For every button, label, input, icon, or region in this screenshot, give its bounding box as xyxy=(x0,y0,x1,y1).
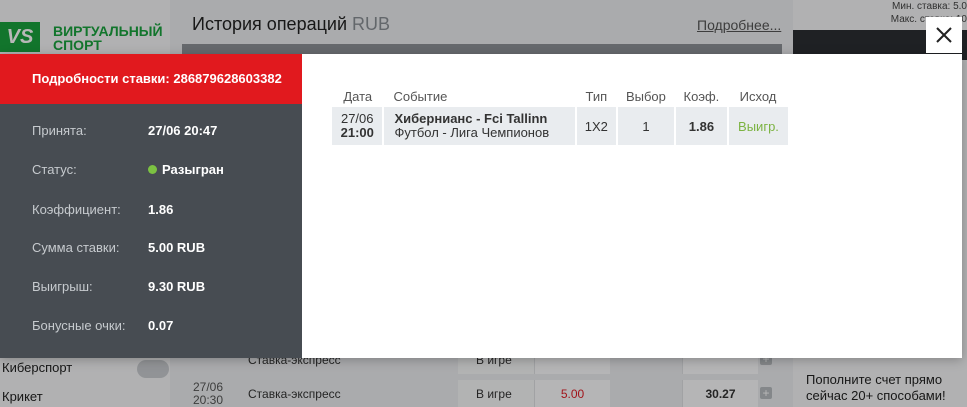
cell-date-day: 27/06 xyxy=(340,111,374,126)
detail-winnings: Выигрыш: 9.30 RUB xyxy=(0,277,302,297)
table-row: 27/06 21:00 Хибернианс - Fci Tallinn Фут… xyxy=(332,107,788,145)
detail-value: 5.00 RUB xyxy=(148,240,206,255)
cell-result: Выигр. xyxy=(726,107,788,145)
col-type: Тип xyxy=(585,88,608,104)
detail-coefficient: Коэффициент: 1.86 xyxy=(0,200,302,220)
detail-label: Бонусные очки: xyxy=(32,318,126,333)
detail-stake: Сумма ставки: 5.00 RUB xyxy=(0,238,302,258)
detail-label: Сумма ставки: xyxy=(32,240,120,255)
detail-value-wrap: Разыгран xyxy=(148,160,224,180)
status-dot-icon xyxy=(148,165,157,174)
col-choice: Выбор xyxy=(625,88,666,104)
col-result: Исход xyxy=(739,88,777,104)
detail-value: 9.30 RUB xyxy=(148,279,206,294)
detail-bonus-points: Бонусные очки: 0.07 xyxy=(0,316,302,336)
detail-label: Статус: xyxy=(32,162,77,177)
detail-value: 0.07 xyxy=(148,318,174,333)
detail-value: 1.86 xyxy=(148,202,174,217)
close-icon xyxy=(936,27,952,43)
detail-label: Коэффициент: xyxy=(32,202,121,217)
bet-details-modal: Подробности ставки: 286879628603382 Прин… xyxy=(0,54,962,358)
detail-value: Разыгран xyxy=(162,162,224,177)
detail-label: Принята: xyxy=(32,123,87,138)
table-header-row: Дата Событие Тип Выбор Коэф. Исход xyxy=(332,85,788,107)
col-event: Событие xyxy=(393,88,448,104)
cell-type: 1X2 xyxy=(574,107,618,145)
bet-summary-panel: Подробности ставки: 286879628603382 Прин… xyxy=(0,54,302,358)
col-coef: Коэф. xyxy=(683,88,720,104)
detail-value: 27/06 20:47 xyxy=(148,123,218,138)
detail-status: Статус: Разыгран xyxy=(0,160,302,180)
close-button[interactable] xyxy=(926,17,962,53)
event-league: Футбол - Лига Чемпионов xyxy=(394,125,550,140)
cell-choice: 1 xyxy=(616,107,675,145)
cell-event: Хибернианс - Fci Tallinn Футбол - Лига Ч… xyxy=(382,107,576,145)
col-date: Дата xyxy=(343,88,373,104)
bet-details-header: Подробности ставки: 286879628603382 xyxy=(0,54,302,104)
detail-accepted: Принята: 27/06 20:47 xyxy=(0,121,302,141)
event-match: Хибернианс - Fci Tallinn xyxy=(394,111,548,126)
detail-label: Выигрыш: xyxy=(32,279,93,294)
cell-coef: 1.86 xyxy=(673,107,728,145)
bet-events-table: Дата Событие Тип Выбор Коэф. Исход 27/06… xyxy=(332,85,788,145)
cell-date: 27/06 21:00 xyxy=(332,107,384,145)
cell-date-time: 21:00 xyxy=(340,125,374,140)
